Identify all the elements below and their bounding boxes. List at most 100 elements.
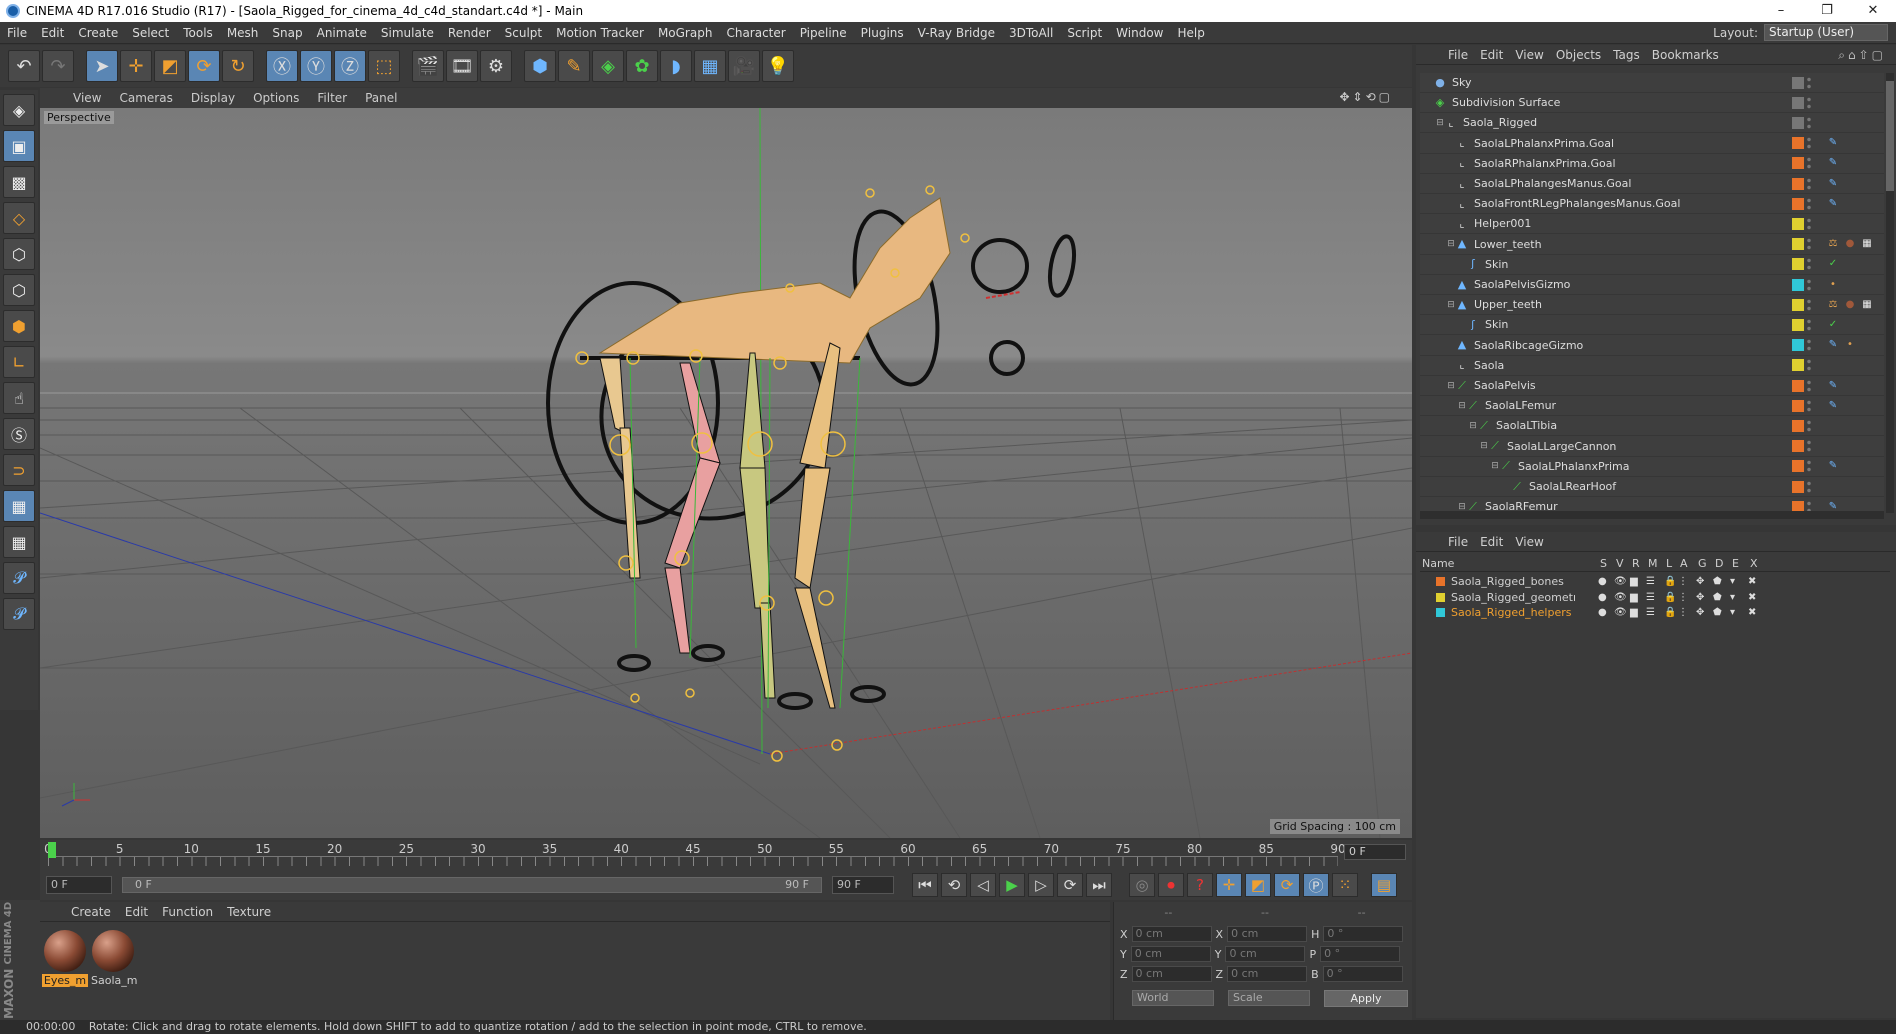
layer-name[interactable]: Saola_Rigged_helpers	[1451, 606, 1575, 619]
layer-color-swatch[interactable]	[1792, 157, 1804, 170]
redo-icon[interactable]: ↷	[42, 50, 74, 82]
object-row[interactable]: ◈ Subdivision Surface	[1420, 93, 1884, 114]
objects-menu-objects[interactable]: Objects	[1550, 48, 1607, 62]
ik-tag-icon[interactable]: ✎	[1826, 136, 1840, 150]
animation-toggle-icon[interactable]: ⋮	[1678, 607, 1688, 618]
expand-toggle-icon[interactable]: ⊟	[1457, 401, 1467, 411]
visibility-dots-icon[interactable]	[1806, 136, 1812, 151]
menu-sculpt[interactable]: Sculpt	[498, 26, 549, 40]
generator-toggle-icon[interactable]: ✥	[1696, 592, 1704, 603]
material-swatch[interactable]: Saola_m	[90, 928, 137, 987]
solo-toggle-icon[interactable]: ●	[1598, 576, 1607, 587]
layer-color-swatch[interactable]	[1792, 359, 1804, 372]
model-mode-icon[interactable]: ▣	[3, 130, 35, 162]
layer-color-swatch[interactable]	[1792, 76, 1804, 89]
keyframe-selection-icon[interactable]: ?	[1187, 873, 1213, 897]
layer-color-swatch[interactable]	[1436, 592, 1445, 602]
pen-spline-icon[interactable]: ✎	[558, 50, 590, 82]
expand-toggle-icon[interactable]: ⊟	[1446, 381, 1456, 391]
expand-toggle-icon[interactable]: ⊟	[1435, 118, 1445, 128]
material-menu-function[interactable]: Function	[155, 905, 220, 919]
layer-color-swatch[interactable]	[1792, 238, 1804, 251]
object-row[interactable]: ⌞ Helper001	[1420, 214, 1884, 235]
view-toggle-icon[interactable]: 👁	[1614, 576, 1627, 587]
position-x-field[interactable]: 0 cm	[1131, 926, 1212, 942]
timeline-playhead[interactable]	[48, 842, 56, 858]
menu-window[interactable]: Window	[1109, 26, 1170, 40]
next-key-icon[interactable]: ⟳	[1057, 873, 1083, 897]
object-tree[interactable]: ● Sky ◈ Subdivision Surface ⊟ ⌞ Saola_Rigged ⌞ S…	[1420, 73, 1884, 513]
rotation-p-field[interactable]: 0 °	[1320, 946, 1401, 962]
lock-toggle-icon[interactable]: 🔒	[1664, 592, 1676, 603]
key-rotation-icon[interactable]: ⟳	[1274, 873, 1300, 897]
expression-toggle-icon[interactable]: ▾	[1730, 607, 1735, 618]
menu-tools[interactable]: Tools	[176, 26, 220, 40]
python-script-icon[interactable]: 𝓟	[3, 562, 35, 594]
menu-3dtoall[interactable]: 3DToAll	[1002, 26, 1060, 40]
layer-color-swatch[interactable]	[1792, 217, 1804, 230]
visibility-dots-icon[interactable]	[1806, 216, 1812, 231]
layout-dropdown[interactable]: Startup (User)	[1764, 24, 1888, 41]
checker-tag-icon[interactable]: ▦	[1860, 237, 1874, 251]
coordinate-system-icon[interactable]: ⬚	[368, 50, 400, 82]
objects-menu-view[interactable]: View	[1509, 48, 1549, 62]
layer-row[interactable]: Saola_Rigged_helpers ● 👁 ▆ ☰ 🔒 ⋮ ✥ ⬟ ▾ ✖	[1420, 605, 1890, 620]
previous-frame-icon[interactable]: ◁	[970, 873, 996, 897]
layer-color-swatch[interactable]	[1792, 278, 1804, 291]
ik-tag-icon[interactable]: ✎	[1826, 379, 1840, 393]
object-manager-search-icon[interactable]: ⌕⌂⇧▢	[1832, 48, 1892, 63]
mograph-cloner-icon[interactable]: ✿	[626, 50, 658, 82]
coordinate-space-dropdown[interactable]: World	[1132, 990, 1214, 1006]
timeline-ruler[interactable]: 0 5 10 15 20 25 30 35 40 45 50 55 60 65 …	[40, 840, 1412, 870]
menu-animate[interactable]: Animate	[310, 26, 374, 40]
layer-name[interactable]: Saola_Rigged_bones	[1451, 575, 1575, 588]
workplane-grid-icon[interactable]: ▦	[3, 490, 35, 522]
menu-edit[interactable]: Edit	[34, 26, 71, 40]
viewport-menu-options[interactable]: Options	[244, 91, 308, 105]
object-row[interactable]: ▲ SaolaRibcageGizmo ✎ •	[1420, 336, 1884, 356]
animation-toggle-icon[interactable]: ⋮	[1678, 592, 1688, 603]
ik-tag-icon[interactable]: ✎	[1826, 197, 1840, 211]
frame-range-slider[interactable]: 0 F 90 F	[122, 877, 822, 893]
apply-button[interactable]: Apply	[1324, 990, 1408, 1007]
render-toggle-icon[interactable]: ▆	[1630, 592, 1638, 603]
lock-toggle-icon[interactable]: 🔒	[1664, 576, 1676, 587]
lock-toggle-icon[interactable]: 🔒	[1664, 607, 1676, 618]
deformer-toggle-icon[interactable]: ⬟	[1713, 592, 1722, 603]
restore-button[interactable]: ❐	[1804, 0, 1850, 22]
visibility-dots-icon[interactable]	[1806, 95, 1812, 110]
objects-menu-edit[interactable]: Edit	[1474, 48, 1509, 62]
previous-key-icon[interactable]: ⟲	[941, 873, 967, 897]
magnet-icon[interactable]: ⊃	[3, 454, 35, 486]
layer-color-swatch[interactable]	[1792, 318, 1804, 331]
menu-plugins[interactable]: Plugins	[854, 26, 911, 40]
expand-toggle-icon[interactable]: ⊟	[1479, 441, 1489, 451]
xref-toggle-icon[interactable]: ✖	[1748, 592, 1756, 603]
visibility-dots-icon[interactable]	[1806, 176, 1812, 191]
python-script-2-icon[interactable]: 𝓟	[3, 598, 35, 630]
menu-vray-bridge[interactable]: V-Ray Bridge	[911, 26, 1002, 40]
tweak-mode-icon[interactable]: ☝	[3, 382, 35, 414]
solo-toggle-icon[interactable]: ●	[1598, 607, 1607, 618]
menu-pipeline[interactable]: Pipeline	[793, 26, 854, 40]
menu-snap[interactable]: Snap	[265, 26, 309, 40]
snap-icon[interactable]: Ⓢ	[3, 418, 35, 450]
object-row[interactable]: ⌞ SaolaRPhalanxPrima.Goal ✎	[1420, 154, 1884, 174]
visibility-dots-icon[interactable]	[1806, 277, 1812, 292]
x-axis-lock-icon[interactable]: Ⓧ	[266, 50, 298, 82]
viewport-menu-view[interactable]: View	[64, 91, 110, 105]
object-tree-horizontal-scrollbar[interactable]	[1420, 511, 1884, 519]
menu-character[interactable]: Character	[719, 26, 792, 40]
manager-toggle-icon[interactable]: ☰	[1646, 607, 1655, 618]
key-point-level-icon[interactable]: ⁙	[1332, 873, 1358, 897]
visibility-dots-icon[interactable]	[1806, 358, 1812, 373]
size-x-field[interactable]: 0 cm	[1227, 926, 1308, 942]
render-settings-icon[interactable]: ⚙	[480, 50, 512, 82]
z-axis-lock-icon[interactable]: Ⓩ	[334, 50, 366, 82]
menu-select[interactable]: Select	[125, 26, 176, 40]
weight-tag-icon[interactable]: ⚖	[1826, 237, 1840, 251]
object-row[interactable]: ⊟ ⟋ SaolaLTibia	[1420, 416, 1884, 437]
layer-color-swatch[interactable]	[1792, 399, 1804, 412]
menu-script[interactable]: Script	[1060, 26, 1109, 40]
texture-mode-icon[interactable]: ▩	[3, 166, 35, 198]
